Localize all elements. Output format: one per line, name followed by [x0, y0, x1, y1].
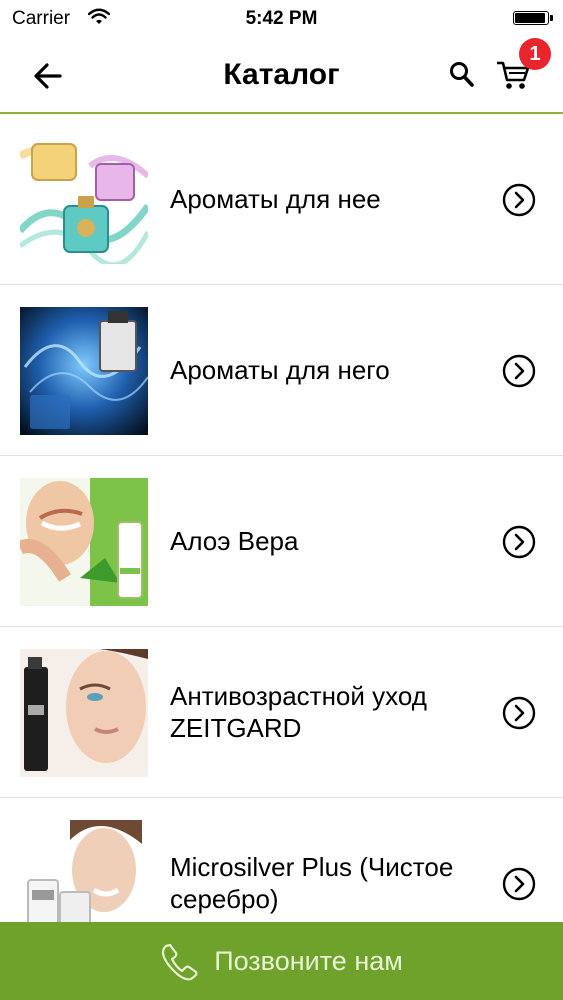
chevron-right-circle-icon — [502, 867, 536, 901]
catalog-item-aloe-vera[interactable]: Алоэ Вера — [0, 456, 563, 627]
catalog-item-fragrances-her[interactable]: Ароматы для нее — [0, 114, 563, 285]
status-bar: Carrier 5:42 PM — [0, 0, 563, 40]
catalog-list: Ароматы для нее Ароматы для него Алоэ Ве… — [0, 114, 563, 969]
chevron-right-circle-icon — [502, 696, 536, 730]
perfume-her-image — [20, 136, 148, 264]
battery-icon — [513, 11, 553, 27]
catalog-item-label: Антивозрастной уход ZEITGARD — [170, 681, 427, 743]
clock: 5:42 PM — [245, 8, 318, 29]
perfume-him-image — [20, 307, 148, 435]
chevron-right-circle-icon — [502, 183, 536, 217]
chevron-right-circle-icon — [502, 354, 536, 388]
call-us-button[interactable]: Позвоните нам — [0, 922, 563, 1000]
catalog-item-label: Ароматы для него — [170, 355, 390, 385]
chevron-right-circle-icon — [502, 525, 536, 559]
catalog-item-label: Алоэ Вера — [170, 526, 299, 556]
phone-icon — [162, 943, 198, 981]
call-us-label: Позвоните нам — [214, 945, 403, 976]
search-icon[interactable] — [448, 60, 476, 90]
navigation-bar: Каталог — [0, 40, 563, 114]
page-title: Каталог — [223, 58, 340, 91]
catalog-item-label: Ароматы для нее — [170, 184, 381, 214]
cart-count-badge: 1 — [519, 38, 551, 70]
catalog-item-zeitgard[interactable]: Антивозрастной уход ZEITGARD — [0, 627, 563, 798]
zeitgard-image — [20, 649, 148, 777]
catalog-item-fragrances-him[interactable]: Ароматы для него — [0, 285, 563, 456]
aloe-vera-image — [20, 478, 148, 606]
back-arrow-icon[interactable] — [30, 58, 66, 94]
